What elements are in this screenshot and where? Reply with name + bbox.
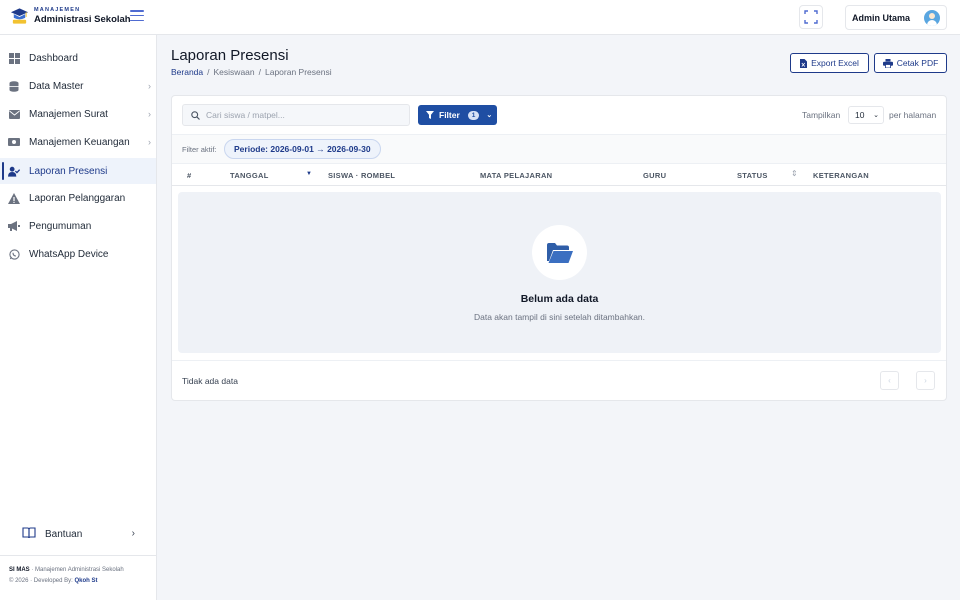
active-filter-bar: Filter aktif: Periode: 2026-09-01 → 2026… [172, 134, 946, 164]
sidebar-item-label: Data Master [29, 80, 84, 92]
chevron-right-icon: › [148, 109, 151, 119]
period-filter-chip[interactable]: Periode: 2026-09-01 → 2026-09-30 [224, 139, 381, 159]
chevron-down-icon: ⌄ [486, 112, 493, 119]
chevron-right-icon: › [148, 137, 151, 147]
top-bar: MANAJEMEN Administrasi Sekolah Admin Uta… [0, 0, 960, 35]
table-footer: Tidak ada data ‹ › [172, 360, 946, 401]
sidebar-item-label: WhatsApp Device [29, 248, 109, 260]
footer-developer-link[interactable]: Qkoh St [74, 578, 97, 584]
column-tanggal[interactable]: TANGGAL [230, 171, 269, 180]
filter-icon [426, 111, 434, 119]
per-page-suffix: per halaman [889, 110, 937, 120]
envelope-icon [8, 108, 20, 120]
breadcrumb-current: Laporan Presensi [265, 67, 332, 77]
whatsapp-icon [8, 248, 20, 260]
printer-icon [882, 58, 893, 68]
search-box[interactable] [182, 104, 410, 126]
database-icon [8, 80, 20, 92]
print-pdf-button[interactable]: Cetak PDF [874, 53, 947, 73]
column-guru[interactable]: GURU [643, 171, 666, 180]
fullscreen-icon [804, 10, 818, 24]
filter-button[interactable]: Filter 1 ⌄ [418, 105, 497, 125]
next-page-button[interactable]: › [916, 371, 935, 390]
user-menu[interactable]: Admin Utama [845, 5, 947, 30]
sort-desc-icon[interactable]: ▼ [306, 171, 312, 177]
pagination-summary: Tidak ada data [182, 376, 238, 386]
footer-copyright: © 2026 · Developed By: Qkoh St [9, 578, 97, 584]
sidebar-item-label: Laporan Presensi [29, 165, 108, 177]
filter-label: Filter [439, 110, 460, 120]
footer-copyright-text: © 2026 · Developed By: [9, 578, 73, 584]
sidebar-item-label: Dashboard [29, 52, 78, 64]
dashboard-grid-icon [8, 52, 20, 64]
column-status[interactable]: STATUS [737, 171, 768, 180]
file-excel-icon [800, 58, 808, 68]
page-title: Laporan Presensi [171, 47, 289, 64]
chevron-down-icon: ⌄ [873, 112, 879, 119]
print-pdf-label: Cetak PDF [896, 58, 939, 68]
footer-app-short: SI MAS [9, 567, 30, 573]
money-icon [8, 136, 20, 148]
sidebar-item-dashboard[interactable]: Dashboard [0, 45, 156, 71]
user-name: Admin Utama [852, 12, 911, 23]
active-filter-label: Filter aktif: [182, 145, 217, 154]
sidebar-item-pengumuman[interactable]: Pengumuman [0, 213, 156, 239]
breadcrumb-kesiswaan[interactable]: Kesiswaan [214, 67, 255, 77]
sidebar-item-data-master[interactable]: Data Master › [0, 73, 156, 99]
per-page-value: 10 [855, 110, 865, 120]
sidebar-item-label: Pengumuman [29, 220, 92, 232]
footer-app-desc: · Manajemen Administrasi Sekolah [31, 567, 124, 573]
empty-state-subtitle: Data akan tampil di sini setelah ditamba… [473, 312, 646, 322]
show-label: Tampilkan [802, 110, 841, 120]
warning-icon [8, 192, 20, 204]
column-siswa-rombel[interactable]: SISWA · ROMBEL [328, 171, 395, 180]
chevron-right-icon: › [924, 376, 927, 385]
per-page-select[interactable]: 10 ⌄ [848, 106, 884, 124]
sidebar-item-label: Manajemen Keuangan [29, 136, 130, 148]
sidebar-item-whatsapp-device[interactable]: WhatsApp Device [0, 241, 156, 267]
megaphone-icon [8, 220, 20, 232]
breadcrumb-home[interactable]: Beranda [171, 67, 203, 77]
sidebar-item-laporan-pelanggaran[interactable]: Laporan Pelanggaran [0, 185, 156, 211]
sidebar-item-manajemen-surat[interactable]: Manajemen Surat › [0, 101, 156, 127]
chevron-right-icon: › [131, 528, 135, 539]
column-keterangan[interactable]: KETERANGAN [813, 171, 869, 180]
empty-state: Belum ada data Data akan tampil di sini … [178, 192, 941, 353]
export-excel-button[interactable]: Export Excel [790, 53, 869, 73]
breadcrumb: Beranda / Kesiswaan / Laporan Presensi [171, 67, 332, 77]
folder-open-icon [546, 242, 573, 263]
footer-app-info: SI MAS · Manajemen Administrasi Sekolah [9, 567, 124, 573]
empty-state-badge [532, 225, 587, 280]
prev-page-button[interactable]: ‹ [880, 371, 899, 390]
school-logo-icon [10, 8, 29, 24]
column-mata-pelajaran[interactable]: MATA PELAJARAN [480, 171, 552, 180]
brand-subtitle: MANAJEMEN [34, 7, 81, 13]
divider [0, 555, 156, 556]
filter-count-badge: 1 [467, 110, 480, 120]
help-label: Bantuan [45, 528, 83, 540]
export-excel-label: Export Excel [811, 58, 859, 68]
fullscreen-button[interactable] [799, 5, 823, 29]
search-icon [191, 111, 200, 120]
table-header: # TANGGAL ▼ SISWA · ROMBEL MATA PELAJARA… [172, 164, 946, 186]
sidebar: Dashboard Data Master › Manajemen Surat … [0, 35, 157, 600]
user-check-icon [8, 165, 20, 177]
sidebar-item-label: Manajemen Surat [29, 108, 108, 120]
menu-toggle-icon[interactable] [130, 10, 144, 22]
report-card: Filter 1 ⌄ Tampilkan 10 ⌄ per halaman Fi… [171, 95, 947, 401]
brand-title: Administrasi Sekolah [34, 14, 131, 25]
search-input[interactable] [206, 110, 396, 120]
avatar [924, 9, 940, 26]
sidebar-item-label: Laporan Pelanggaran [29, 192, 126, 204]
brand[interactable]: MANAJEMEN Administrasi Sekolah [10, 6, 131, 26]
sidebar-item-laporan-presensi[interactable]: Laporan Presensi [0, 158, 156, 184]
sidebar-item-manajemen-keuangan[interactable]: Manajemen Keuangan › [0, 129, 156, 155]
column-number: # [187, 171, 192, 180]
empty-state-title: Belum ada data [520, 293, 599, 305]
chevron-left-icon: ‹ [888, 376, 891, 385]
sort-icon[interactable]: ⇕ [791, 169, 798, 178]
book-open-icon [22, 527, 36, 542]
help-button[interactable]: Bantuan › [10, 520, 147, 548]
chevron-right-icon: › [148, 81, 151, 91]
